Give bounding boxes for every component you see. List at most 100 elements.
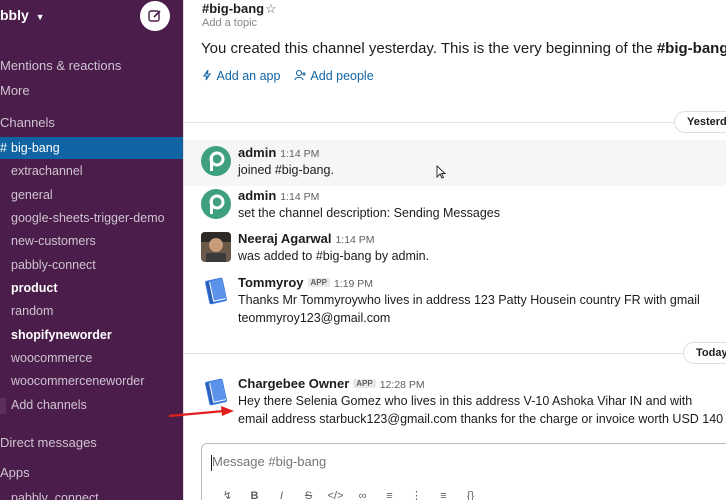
avatar[interactable] [201,189,231,219]
app-badge: APP [353,379,376,388]
message-author[interactable]: Neeraj Agarwal 1:14 PM [238,231,375,246]
message-author[interactable]: Chargebee Owner APP 12:28 PM [238,376,425,391]
slack-window: bbly ▼ Mentions & reactions More Channel… [0,0,726,500]
channel-label: shopifyneworder [11,328,112,342]
sidebar-channel[interactable]: # big-bang [0,137,183,159]
day-pill-yesterday[interactable]: Yesterda [674,111,726,133]
channel-label: extrachannel [11,164,83,178]
sidebar: bbly ▼ Mentions & reactions More Channel… [0,0,183,500]
lightning-icon[interactable]: ↯ [214,488,241,500]
sidebar-item-more[interactable]: More [0,83,30,98]
ordered-list-icon[interactable]: ≡ [376,488,403,500]
code-block-icon[interactable]: {} [457,488,484,500]
message-timestamp[interactable]: 1:14 PM [280,191,319,203]
italic-icon[interactable]: I [268,488,295,500]
avatar[interactable] [201,232,231,262]
day-pill-today[interactable]: Today [683,342,726,364]
message-timestamp[interactable]: 1:14 PM [280,148,319,160]
channel-label: product [11,281,58,295]
intro-text: You created this channel yesterday. This… [201,40,653,57]
avatar[interactable] [201,377,231,407]
add-channels-button[interactable]: Add channels [0,394,183,416]
channels-section-header[interactable]: Channels [0,115,55,130]
sidebar-channel[interactable]: woocommerceneworder [0,370,183,392]
blockquote-icon[interactable]: ≡ [430,488,457,500]
add-app-label: Add an app [216,69,281,83]
pabbly-logo-icon [201,189,231,219]
workspace-switcher[interactable]: bbly ▼ [0,7,45,23]
channel-label: pabbly-connect [11,258,96,272]
sidebar-channel[interactable]: random [0,300,183,322]
notebook-icon [205,277,227,305]
avatar[interactable] [201,146,231,176]
message-timestamp[interactable]: 1:14 PM [335,234,374,246]
star-icon[interactable]: ☆ [265,1,277,17]
message-input[interactable] [212,454,712,469]
message-timestamp[interactable]: 12:28 PM [380,379,425,391]
apps-section-header[interactable]: Apps [0,465,30,480]
user-photo-icon [201,232,231,262]
message-row: admin 1:14 PM set the channel description… [184,186,726,228]
sidebar-app[interactable]: pabbly_connect [0,487,183,500]
app-icon [202,69,212,81]
sidebar-channel[interactable]: new-customers [0,230,183,252]
sidebar-channel[interactable]: product [0,277,183,299]
add-channels-label: Add channels [11,398,87,412]
author-name: Tommyroy [238,275,304,290]
day-divider-line [184,122,726,123]
link-icon[interactable]: ∞ [349,488,376,500]
channel-view: #big-bang ☆ Add a topic You created this… [183,0,726,500]
sidebar-channel[interactable]: shopifyneworder [0,324,183,346]
code-icon[interactable]: </> [322,488,349,500]
sidebar-item-mentions[interactable]: Mentions & reactions [0,58,121,73]
add-people-label: Add people [310,69,374,83]
message-row: admin 1:14 PM joined #big-bang. [184,140,726,186]
channel-label: general [11,188,53,202]
app-badge: APP [307,278,330,287]
channel-label: big-bang [11,141,60,155]
add-person-icon [294,69,306,81]
avatar[interactable] [201,276,231,306]
message-timestamp[interactable]: 1:19 PM [334,278,373,290]
sidebar-channel[interactable]: pabbly-connect [0,254,183,276]
sidebar-channel[interactable]: woocommerce [0,347,183,369]
add-app-link[interactable]: Add an app [201,69,280,83]
channel-label: woocommerceneworder [11,374,145,388]
pabbly-logo-icon [201,146,231,176]
chevron-down-icon: ▼ [35,12,45,22]
author-name: Chargebee Owner [238,376,350,391]
channel-label: new-customers [11,234,96,248]
sidebar-channel[interactable]: extrachannel [0,160,183,182]
message-author[interactable]: Tommyroy APP 1:19 PM [238,275,373,290]
bulleted-list-icon[interactable]: ⋮ [403,488,430,500]
add-people-link[interactable]: Add people [294,69,374,83]
channel-label: woocommerce [11,351,93,365]
sidebar-channel[interactable]: general [0,184,183,206]
message-text: joined #big-bang. [238,163,334,177]
author-name: admin [238,145,277,160]
compose-button[interactable] [140,1,170,31]
day-divider-line [184,353,726,354]
message-author[interactable]: admin 1:14 PM [238,145,319,160]
app-label: pabbly_connect [11,491,99,500]
sidebar-channel[interactable]: google-sheets-trigger-demo [0,207,183,229]
message-row: Chargebee Owner APP 12:28 PM Hey there Sel… [184,372,726,434]
mouse-cursor-icon [436,165,446,179]
message-text: set the channel description: Sending Mes… [238,206,500,220]
channel-label: google-sheets-trigger-demo [11,211,165,225]
message-text: was added to #big-bang by admin. [238,249,430,263]
compose-icon [148,10,161,22]
channel-title[interactable]: #big-bang [202,1,264,16]
message-row: Tommyroy APP 1:19 PM Thanks Mr Tommyroywho… [184,272,726,330]
channel-label: random [11,304,54,318]
author-name: admin [238,188,277,203]
message-text: Thanks Mr Tommyroywho lives in address 1… [238,293,700,325]
message-author[interactable]: admin 1:14 PM [238,188,319,203]
strikethrough-icon[interactable]: S [295,488,322,500]
add-topic-link[interactable]: Add a topic [202,17,257,29]
intro-channel: #big-bang [656,40,726,57]
dm-section-header[interactable]: Direct messages [0,435,97,450]
bold-icon[interactable]: B [241,488,268,500]
message-row: Neeraj Agarwal 1:14 PM was added to #big-… [184,228,726,272]
intro-actions: Add an app Add people [201,69,374,83]
